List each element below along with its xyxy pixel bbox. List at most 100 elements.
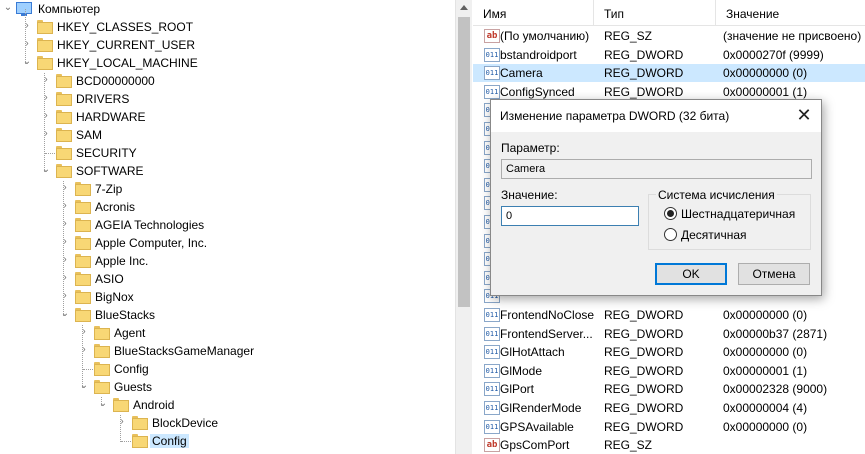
tree-item[interactable]: › Apple Computer, Inc. — [0, 234, 455, 252]
tree-item-label[interactable]: 7-Zip — [93, 182, 124, 196]
value-row[interactable]: 011 GlRenderMode REG_DWORD 0x00000004 (4) — [473, 399, 865, 417]
tree-item[interactable]: › Apple Inc. — [0, 252, 455, 270]
ok-button[interactable]: OK — [655, 263, 727, 285]
tree-item-label[interactable]: Guests — [112, 380, 154, 394]
chevron-right-icon[interactable]: › — [60, 183, 70, 193]
tree-item[interactable]: › BlockDevice — [0, 414, 455, 432]
radio-hex-indicator[interactable] — [664, 207, 677, 220]
tree-item[interactable]: ⌄ Компьютер — [0, 0, 455, 18]
tree-item[interactable]: ⌄ BlueStacks — [0, 306, 455, 324]
tree-item[interactable]: › ASIO — [0, 270, 455, 288]
chevron-right-icon[interactable]: › — [60, 291, 70, 301]
value-row[interactable]: ab GpsComPort REG_SZ — [473, 436, 865, 454]
chevron-right-icon[interactable]: › — [41, 93, 51, 103]
tree-item[interactable]: › 7-Zip — [0, 180, 455, 198]
chevron-down-icon[interactable]: ⌄ — [98, 399, 108, 409]
folder-icon — [55, 145, 72, 160]
radio-dec-label[interactable]: Десятичная — [681, 228, 747, 242]
tree-item[interactable]: SECURITY — [0, 144, 455, 162]
tree-item[interactable]: › BlueStacksGameManager — [0, 342, 455, 360]
tree-item[interactable]: ⌄ HKEY_LOCAL_MACHINE — [0, 54, 455, 72]
tree-item-label[interactable]: HKEY_LOCAL_MACHINE — [55, 56, 200, 70]
tree-item[interactable]: › AGEIA Technologies — [0, 216, 455, 234]
close-icon[interactable]: ✕ — [787, 100, 821, 131]
tree-item-label[interactable]: AGEIA Technologies — [93, 218, 206, 232]
chevron-down-icon[interactable]: ⌄ — [41, 165, 51, 175]
registry-tree[interactable]: ⌄ Компьютер › HKEY_CLASSES_ROOT › HKEY_CURREN… — [0, 0, 455, 454]
tree-item-label[interactable]: DRIVERS — [74, 92, 131, 106]
tree-item-label[interactable]: HARDWARE — [74, 110, 148, 124]
value-row[interactable]: 011 bstandroidport REG_DWORD 0x0000270f (99… — [473, 46, 865, 64]
tree-item[interactable]: › HKEY_CLASSES_ROOT — [0, 18, 455, 36]
tree-item[interactable]: › SAM — [0, 126, 455, 144]
tree-item-label[interactable]: Компьютер — [36, 2, 102, 16]
value-row[interactable]: 011 Camera REG_DWORD 0x00000000 (0) — [473, 64, 865, 83]
chevron-right-icon[interactable]: › — [79, 327, 89, 337]
tree-item[interactable]: ⌄ Guests — [0, 378, 455, 396]
column-header-value[interactable]: Значение — [716, 0, 865, 26]
value-row[interactable]: 011 GlPort REG_DWORD 0x00002328 (9000) — [473, 380, 865, 398]
tree-item[interactable]: › Agent — [0, 324, 455, 342]
tree-scrollbar[interactable] — [455, 0, 472, 454]
cancel-button[interactable]: Отмена — [738, 263, 810, 285]
tree-item-label[interactable]: BlockDevice — [150, 416, 220, 430]
tree-item[interactable]: ⌄ Android — [0, 396, 455, 414]
tree-item[interactable]: › HARDWARE — [0, 108, 455, 126]
chevron-down-icon[interactable]: ⌄ — [22, 57, 32, 67]
value-row[interactable]: 011 GlMode REG_DWORD 0x00000001 (1) — [473, 362, 865, 380]
value-row[interactable]: ab (По умолчанию) REG_SZ (значение не присв… — [473, 27, 865, 45]
column-header-name[interactable]: Имя — [473, 0, 593, 26]
chevron-right-icon[interactable]: › — [41, 111, 51, 121]
tree-item-label[interactable]: SECURITY — [74, 146, 139, 160]
tree-item[interactable]: ⌄ SOFTWARE — [0, 162, 455, 180]
chevron-right-icon[interactable]: › — [41, 129, 51, 139]
tree-item[interactable]: › BCD00000000 — [0, 72, 455, 90]
dialog-titlebar[interactable]: Изменение параметра DWORD (32 бита) ✕ — [491, 100, 821, 132]
radio-hex-label[interactable]: Шестнадцатеричная — [681, 207, 795, 221]
tree-scrollbar-thumb[interactable] — [458, 17, 470, 307]
tree-item-label[interactable]: Apple Inc. — [93, 254, 150, 268]
chevron-down-icon[interactable]: ⌄ — [3, 3, 13, 13]
chevron-down-icon[interactable]: ⌄ — [79, 381, 89, 391]
chevron-right-icon[interactable]: › — [60, 201, 70, 211]
tree-item-label[interactable]: Config — [112, 362, 151, 376]
tree-item-label[interactable]: BigNox — [93, 290, 136, 304]
tree-item[interactable]: › BigNox — [0, 288, 455, 306]
chevron-right-icon[interactable]: › — [22, 39, 32, 49]
scroll-up-icon[interactable] — [460, 5, 468, 10]
value-row[interactable]: 011 FrontendServer... REG_DWORD 0x00000b37 … — [473, 325, 865, 343]
tree-item[interactable]: › DRIVERS — [0, 90, 455, 108]
tree-item[interactable]: Config — [0, 432, 455, 450]
tree-item-label[interactable]: ASIO — [93, 272, 126, 286]
tree-item-label[interactable]: Acronis — [93, 200, 137, 214]
chevron-right-icon[interactable]: › — [117, 417, 127, 427]
value-row[interactable]: 011 GPSAvailable REG_DWORD 0x00000000 (0) — [473, 418, 865, 436]
tree-item-label[interactable]: BlueStacks — [93, 308, 157, 322]
radio-dec-indicator[interactable] — [664, 228, 677, 241]
chevron-right-icon[interactable]: › — [22, 21, 32, 31]
chevron-right-icon[interactable]: › — [79, 345, 89, 355]
tree-item-label[interactable]: BlueStacksGameManager — [112, 344, 256, 358]
value-row[interactable]: 011 GlHotAttach REG_DWORD 0x00000000 (0) — [473, 343, 865, 361]
chevron-down-icon[interactable]: ⌄ — [60, 309, 70, 319]
chevron-right-icon[interactable]: › — [60, 255, 70, 265]
chevron-right-icon[interactable]: › — [60, 237, 70, 247]
tree-item-label[interactable]: Config — [150, 434, 189, 448]
tree-item-label[interactable]: SAM — [74, 128, 104, 142]
column-header-type[interactable]: Тип — [594, 0, 715, 26]
value-row[interactable]: 011 FrontendNoClose REG_DWORD 0x00000000 (0… — [473, 306, 865, 324]
value-data-input[interactable] — [501, 206, 639, 226]
tree-item[interactable]: › Acronis — [0, 198, 455, 216]
tree-item[interactable]: Config — [0, 360, 455, 378]
tree-item-label[interactable]: Agent — [112, 326, 147, 340]
tree-item-label[interactable]: Android — [131, 398, 176, 412]
tree-item-label[interactable]: SOFTWARE — [74, 164, 146, 178]
tree-item-label[interactable]: HKEY_CLASSES_ROOT — [55, 20, 195, 34]
tree-item-label[interactable]: BCD00000000 — [74, 74, 157, 88]
chevron-right-icon[interactable]: › — [60, 273, 70, 283]
tree-item-label[interactable]: HKEY_CURRENT_USER — [55, 38, 197, 52]
chevron-right-icon[interactable]: › — [60, 219, 70, 229]
chevron-right-icon[interactable]: › — [41, 75, 51, 85]
tree-item[interactable]: › HKEY_CURRENT_USER — [0, 36, 455, 54]
tree-item-label[interactable]: Apple Computer, Inc. — [93, 236, 209, 250]
